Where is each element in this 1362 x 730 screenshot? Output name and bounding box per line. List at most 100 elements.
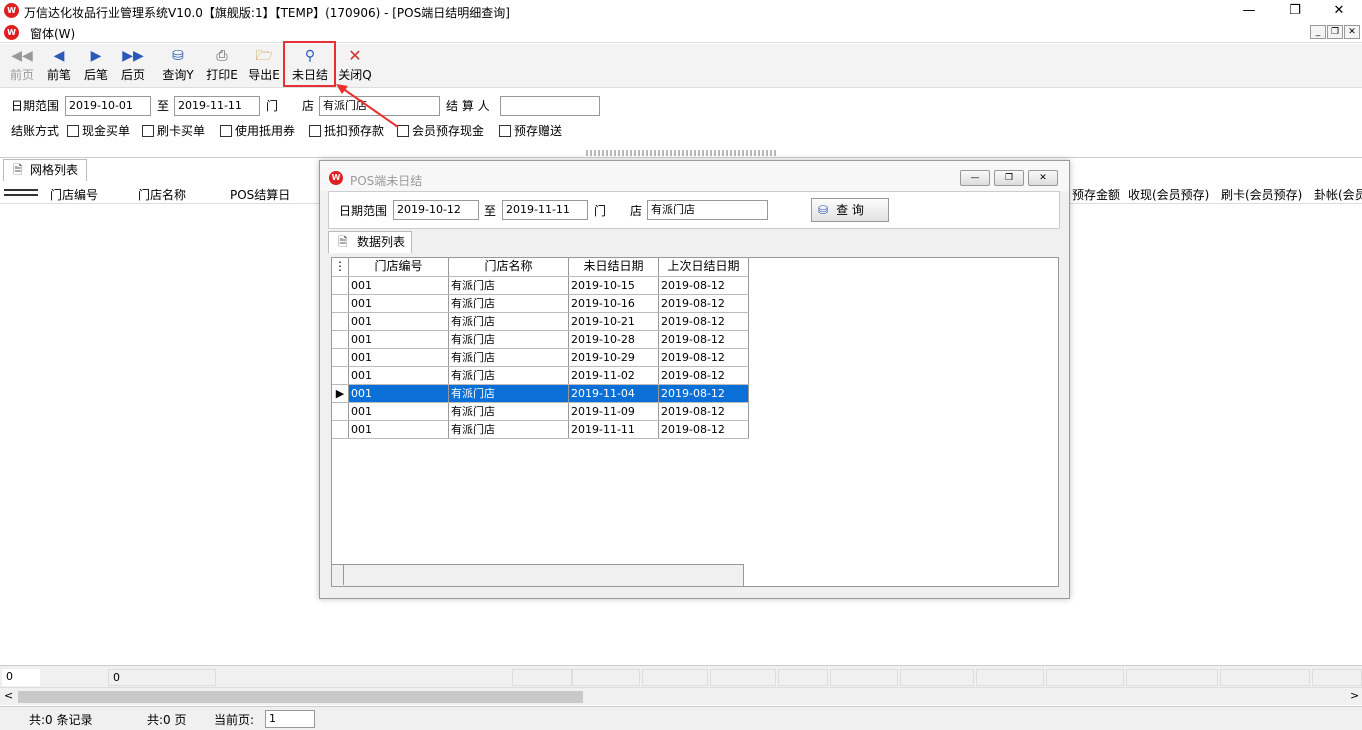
table-cell[interactable]: 有派门店	[448, 294, 569, 313]
col-card-member[interactable]: 刷卡(会员预存)	[1221, 186, 1302, 203]
table-row[interactable]: 001 有派门店 2019-10-15 2019-08-12	[332, 276, 749, 295]
table-cell[interactable]: 2019-08-12	[658, 384, 749, 403]
table-cell[interactable]: 001	[348, 330, 449, 349]
dialog-close-icon[interactable]: ✕	[1028, 170, 1058, 186]
col-last-settled-date[interactable]: 上次日结日期	[658, 258, 749, 277]
table-cell[interactable]: 2019-08-12	[658, 366, 749, 385]
col-store-name[interactable]: 门店名称	[448, 258, 569, 277]
dialog-date-from-input[interactable]: 2019-10-12	[393, 200, 479, 220]
table-cell[interactable]: 有派门店	[448, 366, 569, 385]
print-button[interactable]: ⎙ 打印E	[204, 46, 240, 86]
checkbox-voucher[interactable]: 使用抵用券	[220, 122, 295, 139]
table-cell[interactable]: 有派门店	[448, 312, 569, 331]
table-cell[interactable]: 001	[348, 312, 449, 331]
table-cell[interactable]: 2019-11-09	[568, 402, 659, 421]
table-cell[interactable]: 有派门店	[448, 330, 569, 349]
col-credit-member[interactable]: 卦帐(会员	[1314, 186, 1362, 203]
table-cell[interactable]: 2019-08-12	[658, 312, 749, 331]
table-row[interactable]: ▶ 001 有派门店 2019-11-04 2019-08-12	[332, 384, 749, 403]
col-unsettled-date[interactable]: 未日结日期	[568, 258, 659, 277]
dialog-minimize-icon[interactable]: —	[960, 170, 990, 186]
close-window-icon[interactable]: ✕	[1316, 0, 1362, 22]
prev-record-button[interactable]: ◀ 前笔	[44, 46, 74, 86]
table-cell[interactable]: 2019-08-12	[658, 276, 749, 295]
table-cell[interactable]: 有派门店	[448, 402, 569, 421]
dialog-query-button[interactable]: ⛁ 查 询	[811, 198, 889, 222]
table-cell[interactable]: 2019-11-04	[568, 384, 659, 403]
row-indicator[interactable]	[332, 348, 349, 367]
dialog-title-bar[interactable]: W POS端未日结 — ❐ ✕	[320, 161, 1069, 191]
table-cell[interactable]: 001	[348, 384, 449, 403]
dialog-restore-icon[interactable]: ❐	[994, 170, 1024, 186]
tab-data-list[interactable]: 🗎 数据列表	[328, 231, 412, 253]
restore-icon[interactable]: ❐	[1272, 0, 1318, 22]
next-record-button[interactable]: ▶ 后笔	[81, 46, 111, 86]
checkbox-card[interactable]: 刷卡买单	[142, 122, 205, 139]
mdi-close-icon[interactable]: ✕	[1344, 25, 1360, 39]
table-cell[interactable]: 2019-10-21	[568, 312, 659, 331]
query-button[interactable]: ⛁ 查询Y	[160, 46, 196, 86]
export-button[interactable]: 🗁 导出E	[246, 46, 282, 86]
table-row[interactable]: 001 有派门店 2019-10-16 2019-08-12	[332, 294, 749, 313]
table-row[interactable]: 001 有派门店 2019-10-29 2019-08-12	[332, 348, 749, 367]
table-cell[interactable]: 2019-11-11	[568, 420, 659, 439]
row-indicator[interactable]	[332, 312, 349, 331]
table-row[interactable]: 001 有派门店 2019-11-11 2019-08-12	[332, 420, 749, 439]
table-row[interactable]: 001 有派门店 2019-10-21 2019-08-12	[332, 312, 749, 331]
row-indicator[interactable]	[332, 402, 349, 421]
checkbox-cash[interactable]: 现金买单	[67, 122, 130, 139]
table-cell[interactable]: 001	[348, 294, 449, 313]
table-cell[interactable]: 2019-08-12	[658, 294, 749, 313]
row-indicator[interactable]	[332, 294, 349, 313]
row-indicator[interactable]	[332, 330, 349, 349]
checkbox-box[interactable]	[220, 125, 232, 137]
table-row[interactable]: 001 有派门店 2019-11-02 2019-08-12	[332, 366, 749, 385]
table-cell[interactable]: 2019-10-15	[568, 276, 659, 295]
date-from-input[interactable]: 2019-10-01	[65, 96, 151, 116]
checkbox-box[interactable]	[499, 125, 511, 137]
row-indicator[interactable]	[332, 276, 349, 295]
col-pos-settle-date[interactable]: POS结算日	[230, 186, 290, 203]
tab-grid-list[interactable]: 🗎 网格列表	[3, 159, 87, 181]
row-indicator[interactable]	[332, 420, 349, 439]
table-cell[interactable]: 2019-08-12	[658, 330, 749, 349]
dialog-store-input[interactable]: 有派门店	[647, 200, 768, 220]
col-store-code[interactable]: 门店编号	[50, 186, 98, 203]
scroll-left-icon[interactable]: <	[4, 689, 13, 702]
checkbox-box[interactable]	[142, 125, 154, 137]
table-cell[interactable]: 001	[348, 420, 449, 439]
checkbox-deposit-gift[interactable]: 预存赠送	[499, 122, 562, 139]
col-deposit-amount[interactable]: 预存金额	[1072, 186, 1120, 203]
table-cell[interactable]: 2019-08-12	[658, 402, 749, 421]
first-page-button[interactable]: ◀◀ 前页	[6, 46, 38, 86]
scroll-right-icon[interactable]: >	[1350, 689, 1359, 702]
date-to-input[interactable]: 2019-11-11	[174, 96, 260, 116]
col-store-code[interactable]: 门店编号	[348, 258, 449, 277]
table-cell[interactable]: 有派门店	[448, 276, 569, 295]
table-cell[interactable]: 2019-10-28	[568, 330, 659, 349]
row-menu-icon[interactable]: ⋮	[332, 258, 349, 277]
table-row[interactable]: 001 有派门店 2019-11-09 2019-08-12	[332, 402, 749, 421]
table-cell[interactable]: 001	[348, 348, 449, 367]
splitter-handle[interactable]	[586, 150, 776, 156]
col-cash-member[interactable]: 收现(会员预存)	[1128, 186, 1209, 203]
scroll-thumb[interactable]	[18, 691, 583, 703]
table-cell[interactable]: 001	[348, 366, 449, 385]
settler-input[interactable]	[500, 96, 600, 116]
table-cell[interactable]: 001	[348, 276, 449, 295]
col-store-name[interactable]: 门店名称	[138, 186, 186, 203]
menu-window[interactable]: 窗体(W)	[30, 25, 75, 42]
mdi-restore-icon[interactable]: ❐	[1327, 25, 1343, 39]
minimize-icon[interactable]: —	[1226, 0, 1272, 22]
table-cell[interactable]: 2019-08-12	[658, 420, 749, 439]
table-cell[interactable]: 2019-10-16	[568, 294, 659, 313]
table-cell[interactable]: 有派门店	[448, 384, 569, 403]
dialog-date-to-input[interactable]: 2019-11-11	[502, 200, 588, 220]
table-cell[interactable]: 2019-10-29	[568, 348, 659, 367]
table-cell[interactable]: 2019-11-02	[568, 366, 659, 385]
table-cell[interactable]: 2019-08-12	[658, 348, 749, 367]
table-row[interactable]: 001 有派门店 2019-10-28 2019-08-12	[332, 330, 749, 349]
checkbox-box[interactable]	[67, 125, 79, 137]
row-pointer-icon[interactable]: ▶	[332, 384, 349, 403]
current-page-input[interactable]: 1	[265, 710, 315, 728]
